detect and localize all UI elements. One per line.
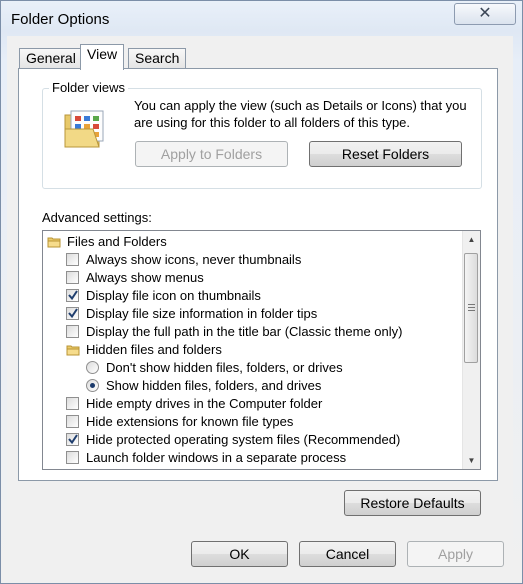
folder-views-description: You can apply the view (such as Details … — [134, 98, 467, 130]
checkbox-checked[interactable] — [66, 289, 79, 302]
advanced-settings-list[interactable]: Files and Folders Always show icons, neve… — [42, 230, 481, 470]
cancel-button[interactable]: Cancel — [299, 541, 396, 567]
restore-defaults-button[interactable]: Restore Defaults — [344, 490, 481, 516]
folder-views-icon — [64, 110, 104, 148]
checkbox[interactable] — [66, 325, 79, 338]
folder-icon — [66, 345, 80, 356]
option-label: Display file size information in folder … — [86, 306, 318, 321]
checkmark-icon — [68, 308, 78, 319]
checkmark-icon — [68, 290, 78, 301]
advanced-settings-label: Advanced settings: — [42, 210, 152, 225]
reset-folders-button[interactable]: Reset Folders — [309, 141, 462, 167]
title-bar[interactable]: Folder Options ✕ — [1, 1, 522, 37]
folder-views-group: Folder views You can apply the view (suc… — [42, 80, 482, 189]
tab-view[interactable]: View — [80, 44, 125, 70]
ok-button[interactable]: OK — [191, 541, 288, 567]
apply-to-folders-button[interactable]: Apply to Folders — [135, 141, 288, 167]
option-label: Hide empty drives in the Computer folder — [86, 396, 323, 411]
option-label: Launch folder windows in a separate proc… — [86, 450, 347, 465]
close-button[interactable]: ✕ — [454, 3, 516, 25]
option-label: Display file icon on thumbnails — [86, 288, 261, 303]
checkmark-icon — [68, 434, 78, 445]
checkbox-checked[interactable] — [66, 433, 79, 446]
close-icon: ✕ — [478, 5, 492, 22]
option-label: Don't show hidden files, folders, or dri… — [106, 360, 343, 375]
checkbox[interactable] — [66, 253, 79, 266]
scroll-up-arrow-icon[interactable]: ▲ — [463, 231, 480, 248]
radio[interactable] — [86, 361, 99, 374]
checkbox[interactable] — [66, 415, 79, 428]
checkbox[interactable] — [66, 271, 79, 284]
tab-search[interactable]: Search — [128, 48, 187, 69]
scrollbar-thumb[interactable] — [464, 253, 478, 363]
option-label: Show hidden files, folders, and drives — [106, 378, 322, 393]
checkbox[interactable] — [66, 451, 79, 464]
option-label: Hide protected operating system files (R… — [86, 432, 401, 447]
checkbox[interactable] — [66, 397, 79, 410]
vertical-scrollbar[interactable]: ▲ ▼ — [462, 231, 480, 469]
option-label: Always show menus — [86, 270, 204, 285]
window-title: Folder Options — [11, 11, 110, 28]
option-label: Hide extensions for known file types — [86, 414, 294, 429]
tab-general[interactable]: General — [19, 48, 83, 69]
option-label: Always show icons, never thumbnails — [86, 252, 302, 267]
option-label: Display the full path in the title bar (… — [86, 324, 403, 339]
option-label: Hidden files and folders — [86, 342, 222, 357]
radio-selected[interactable] — [86, 379, 99, 392]
checkbox-checked[interactable] — [66, 307, 79, 320]
scroll-down-arrow-icon[interactable]: ▼ — [463, 452, 480, 469]
folder-views-label: Folder views — [49, 80, 128, 95]
view-tab-panel: Folder views You can apply the view (suc… — [18, 68, 498, 516]
apply-button[interactable]: Apply — [407, 541, 504, 567]
folder-icon — [47, 237, 61, 248]
option-label: Files and Folders — [67, 234, 167, 249]
